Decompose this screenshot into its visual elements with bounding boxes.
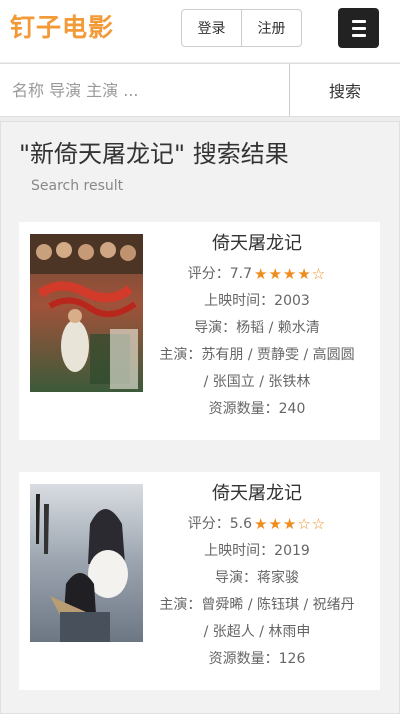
movie-poster[interactable] [30,234,143,392]
register-button[interactable]: 注册 [241,10,301,46]
director: 导演：蒋家骏 [215,570,299,586]
movie-info: 倚天屠龙记 评分： 5.6 ★★★☆☆ 上映时间：2019 导演：蒋家骏 主演：… [144,480,370,673]
rating-label: 评分： [187,516,230,532]
cast-line: / 张国立 / 张铁林 [203,374,311,390]
menu-toggle-button[interactable] [338,8,379,48]
search-results-panel: "新倚天屠龙记" 搜索结果 Search result 倚天屠龙记 评分： 7.… [0,121,400,714]
search-button[interactable]: 搜索 [289,64,400,116]
results-title: "新倚天屠龙记" 搜索结果 [19,140,289,168]
rating-row: 评分： 7.7 ★★★★☆ [188,261,327,288]
rating-row: 评分： 5.6 ★★★☆☆ [188,511,327,538]
hamburger-icon [351,33,366,37]
search-bar: 搜索 [0,63,400,117]
cast-line: 主演：苏有朋 / 贾静雯 / 高圆圆 [159,347,355,363]
star-rating-icon: ★★★☆☆ [254,515,327,533]
site-header: 钉子电影 登录 注册 [0,0,400,62]
cast-line: / 张超人 / 林雨申 [203,624,311,640]
hamburger-icon [351,26,366,30]
movie-title[interactable]: 倚天屠龙记 [144,480,370,508]
star-rating-icon: ★★★★☆ [254,265,327,283]
movie-info: 倚天屠龙记 评分： 7.7 ★★★★☆ 上映时间：2003 导演：杨韬 / 赖水… [144,230,370,423]
hamburger-icon [351,19,366,23]
rating-label: 评分： [187,266,230,282]
release-year: 上映时间：2003 [204,293,310,309]
director: 导演：杨韬 / 赖水清 [194,320,320,336]
results-subtitle: Search result [31,178,124,194]
cast-line: 主演：曾舜晞 / 陈钰琪 / 祝绪丹 [159,597,355,613]
search-input[interactable] [0,64,289,116]
resource-count: 资源数量：240 [208,401,306,417]
movie-title[interactable]: 倚天屠龙记 [144,230,370,258]
movie-poster[interactable] [30,484,143,642]
login-button[interactable]: 登录 [182,10,241,46]
release-year: 上映时间：2019 [204,543,310,559]
result-card[interactable]: 倚天屠龙记 评分： 5.6 ★★★☆☆ 上映时间：2019 导演：蒋家骏 主演：… [19,472,380,690]
rating-value: 5.6 [229,516,252,532]
rating-value: 7.7 [229,266,252,282]
auth-button-group: 登录 注册 [181,9,302,47]
result-card[interactable]: 倚天屠龙记 评分： 7.7 ★★★★☆ 上映时间：2003 导演：杨韬 / 赖水… [19,222,380,440]
site-logo[interactable]: 钉子电影 [10,12,114,44]
resource-count: 资源数量：126 [208,651,306,667]
